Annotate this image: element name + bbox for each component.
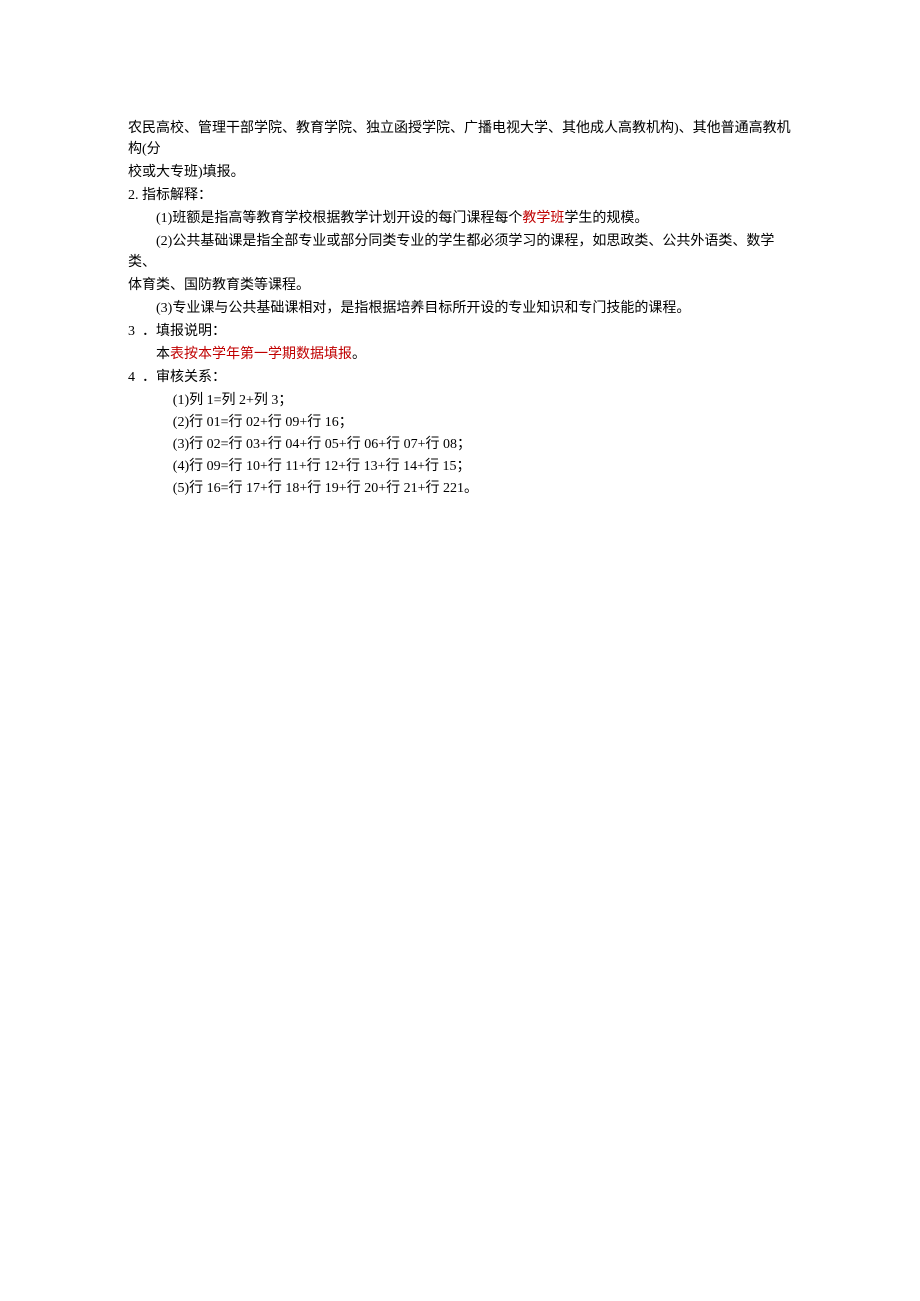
text: (3)行 02=行 03+行 04+行 05+行 06+行 07+行 08；: [173, 437, 471, 452]
paragraph-1-line-2: 校或大专班)填报。: [128, 162, 792, 183]
section-4-item-1: (1)列 1=列 2+列 3；: [128, 390, 792, 411]
text: 农民高校、管理干部学院、教育学院、独立函授学院、广播电视大学、其他成人高教机构)…: [128, 121, 791, 157]
text: 。: [352, 347, 366, 362]
text: (2)公共基础课是指全部专业或部分同类专业的学生都必须学习的课程，如思政类、公共…: [128, 234, 774, 270]
text: 学生的规模。: [564, 211, 648, 226]
text: 校或大专班)填报。: [128, 165, 245, 180]
text: (1)班额是指高等教育学校根据教学计划开设的每门课程每个: [156, 211, 522, 226]
highlight-text: 表按本学年第一学期数据填报: [170, 347, 352, 362]
document-body: 农民高校、管理干部学院、教育学院、独立函授学院、广播电视大学、其他成人高教机构)…: [128, 118, 792, 499]
text: ．审核关系：: [142, 370, 226, 385]
text: (2)行 01=行 02+行 09+行 16；: [173, 415, 353, 430]
text: 本: [156, 347, 170, 362]
text: (4)行 09=行 10+行 11+行 12+行 13+行 14+行 15；: [173, 459, 471, 474]
section-3-content: 本表按本学年第一学期数据填报。: [128, 344, 792, 365]
section-4-item-5: (5)行 16=行 17+行 18+行 19+行 20+行 21+行 221。: [128, 478, 792, 499]
number: 4: [128, 370, 135, 385]
section-4-item-3: (3)行 02=行 03+行 04+行 05+行 06+行 07+行 08；: [128, 434, 792, 455]
text: (1)列 1=列 2+列 3；: [173, 393, 293, 408]
section-2-item-2-line-1: (2)公共基础课是指全部专业或部分同类专业的学生都必须学习的课程，如思政类、公共…: [128, 231, 792, 273]
paragraph-1-line-1: 农民高校、管理干部学院、教育学院、独立函授学院、广播电视大学、其他成人高教机构)…: [128, 118, 792, 160]
text: (5)行 16=行 17+行 18+行 19+行 20+行 21+行 221。: [173, 481, 478, 496]
highlight-text: 教学班: [522, 211, 564, 226]
section-3-header: 3 ．填报说明：: [128, 321, 792, 342]
section-4-item-4: (4)行 09=行 10+行 11+行 12+行 13+行 14+行 15；: [128, 456, 792, 477]
section-2-item-3: (3)专业课与公共基础课相对，是指根据培养目标所开设的专业知识和专门技能的课程。: [128, 298, 792, 319]
text: 体育类、国防教育类等课程。: [128, 278, 310, 293]
section-2-item-1: (1)班额是指高等教育学校根据教学计划开设的每门课程每个教学班学生的规模。: [128, 208, 792, 229]
text: (3)专业课与公共基础课相对，是指根据培养目标所开设的专业知识和专门技能的课程。: [156, 301, 690, 316]
text: 2. 指标解释：: [128, 188, 212, 203]
number: 3: [128, 324, 135, 339]
section-2-header: 2. 指标解释：: [128, 185, 792, 206]
text: ．填报说明：: [142, 324, 226, 339]
section-4-header: 4 ．审核关系：: [128, 367, 792, 388]
section-4-item-2: (2)行 01=行 02+行 09+行 16；: [128, 412, 792, 433]
section-2-item-2-line-2: 体育类、国防教育类等课程。: [128, 275, 792, 296]
